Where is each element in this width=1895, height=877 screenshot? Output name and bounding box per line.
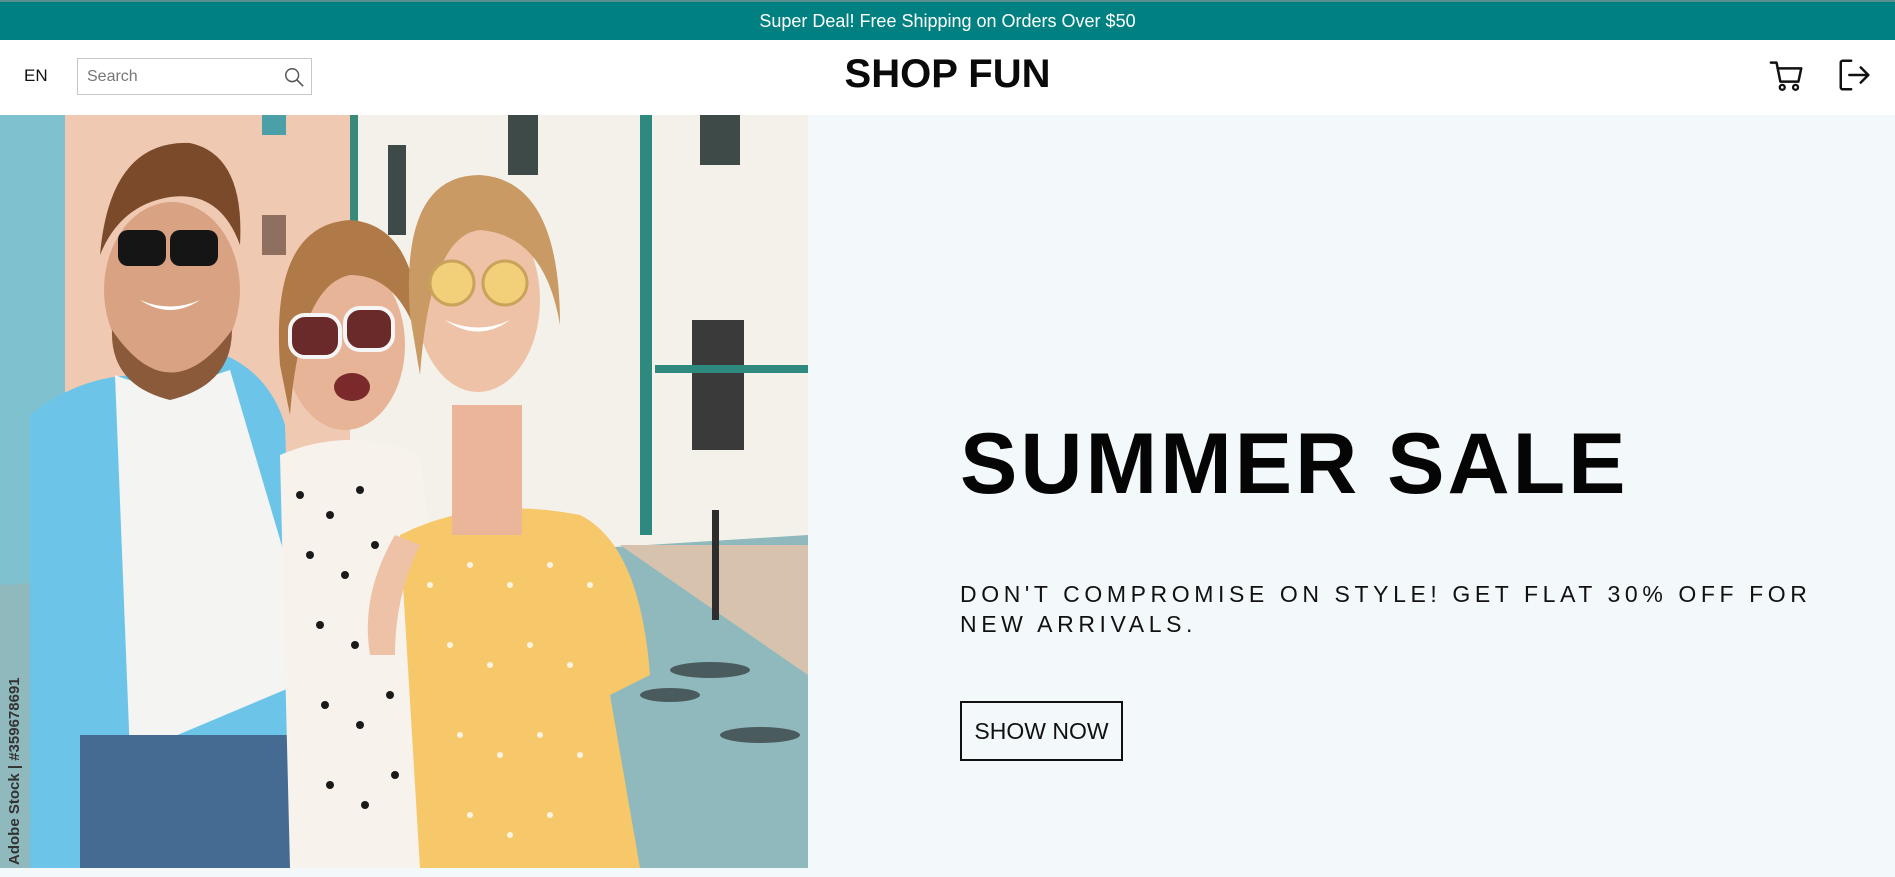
navbar: EN SHOP FUN (0, 40, 1895, 115)
announcement-bar: Super Deal! Free Shipping on Orders Over… (0, 0, 1895, 40)
hero-title: SUMMER SALE (960, 416, 1629, 512)
image-watermark: Adobe Stock | #359678691 (6, 677, 23, 865)
announcement-text: Super Deal! Free Shipping on Orders Over… (759, 10, 1136, 31)
search-container (77, 58, 312, 95)
search-icon[interactable] (283, 66, 305, 88)
brand-logo[interactable]: SHOP FUN (845, 52, 1051, 96)
hero-photo (0, 115, 808, 868)
hero-description: DON'T COMPROMISE ON STYLE! GET FLAT 30% … (960, 581, 1812, 637)
hero-slider: Adobe Stock | #359678691 SUMMER SALE DON… (0, 115, 1895, 877)
language-selector[interactable]: EN (24, 66, 48, 86)
cart-icon[interactable] (1768, 56, 1806, 94)
logout-icon[interactable] (1836, 56, 1874, 94)
show-now-button[interactable]: SHOW NOW (960, 701, 1123, 761)
hero-info: SUMMER SALE DON'T COMPROMISE ON STYLE! G… (960, 115, 1860, 877)
search-input[interactable] (78, 59, 273, 94)
hero-image: Adobe Stock | #359678691 (0, 115, 808, 868)
